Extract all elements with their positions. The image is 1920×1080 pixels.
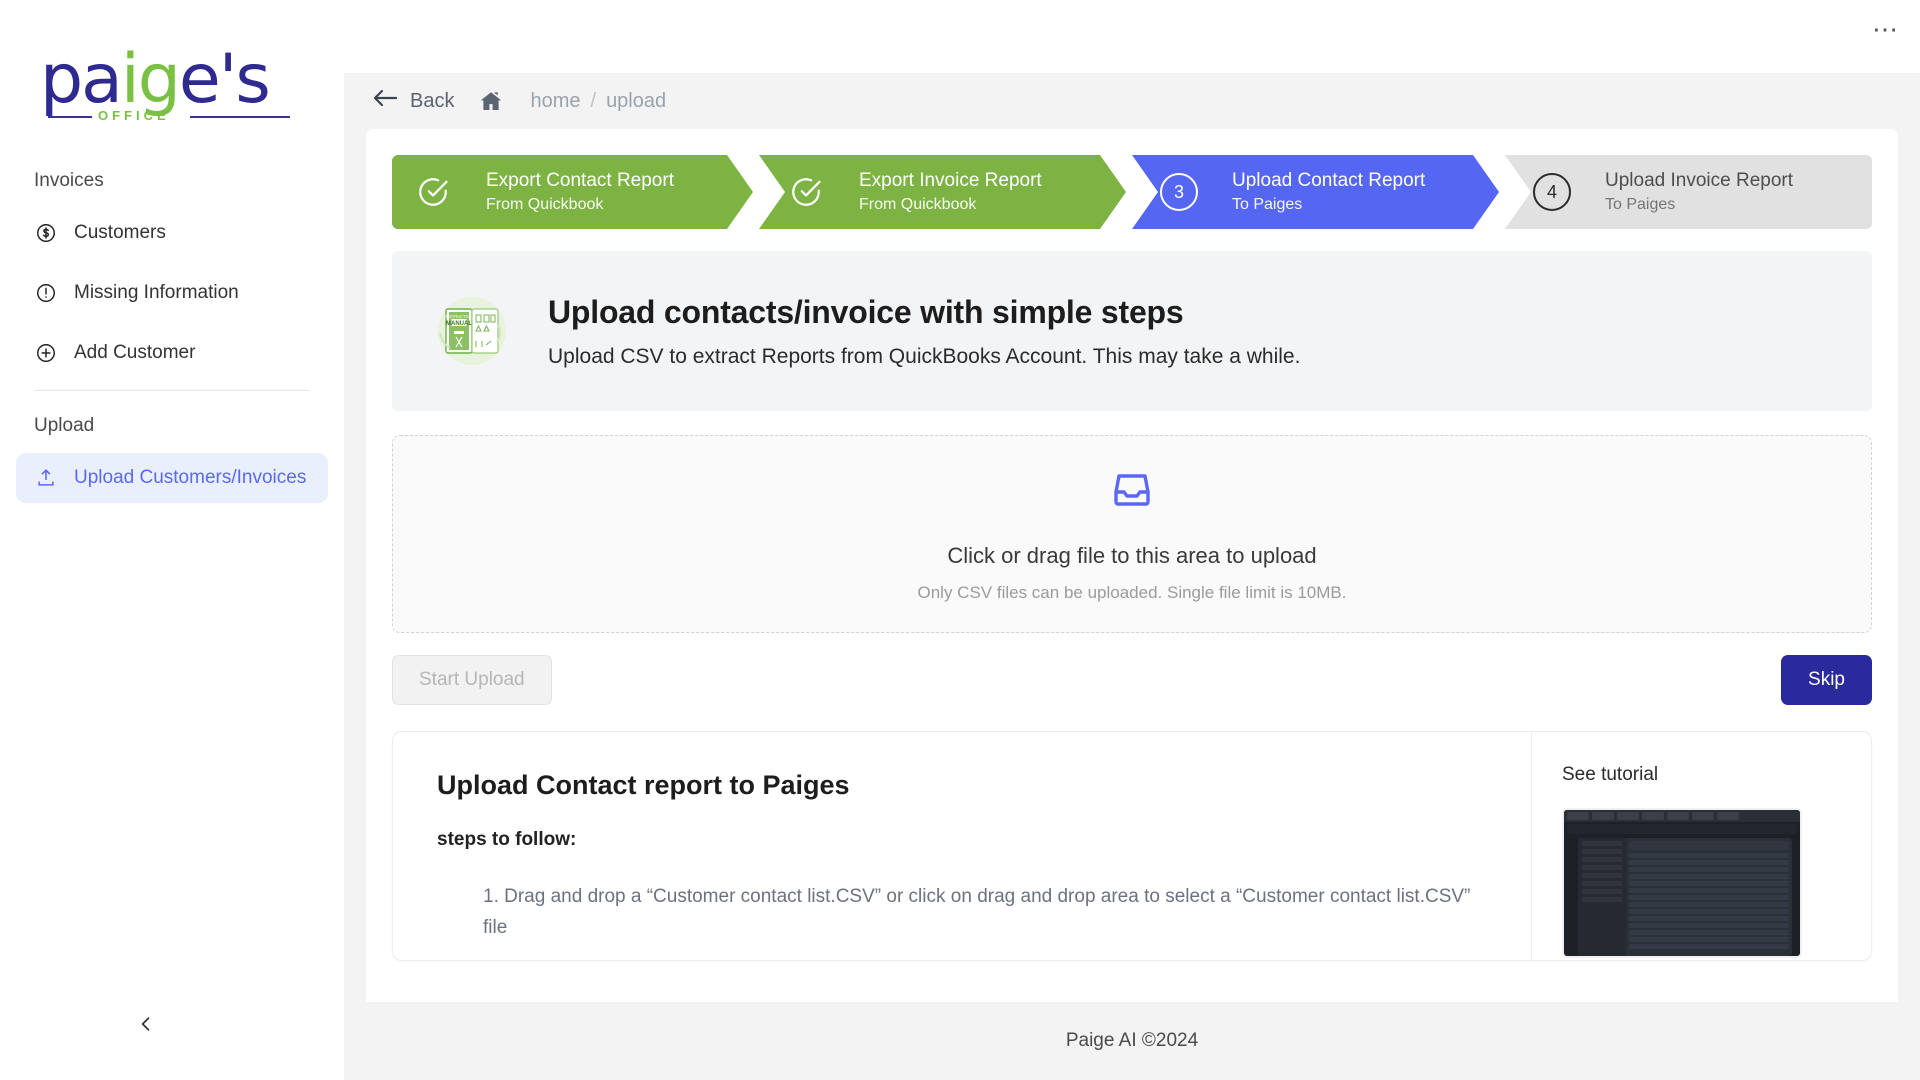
action-bar: Start Upload Skip: [392, 655, 1872, 705]
breadcrumb-home[interactable]: home: [530, 90, 580, 113]
more-horizontal-icon[interactable]: ⋯: [1872, 24, 1900, 34]
check-circle-icon: [787, 173, 825, 211]
instruction-manual-icon: INSTRUCTION MANUAL: [426, 285, 518, 377]
back-button[interactable]: Back: [372, 87, 454, 115]
content-shell: Back home / upload: [344, 73, 1920, 1080]
arrow-left-icon: [372, 87, 398, 115]
dollar-circle-icon: [34, 221, 58, 245]
sidebar-item-label: Add Customer: [74, 342, 195, 364]
tutorial-card: Upload Contact report to Paiges steps to…: [392, 731, 1872, 961]
logo-wordmark: paige's: [40, 42, 302, 118]
tutorial-title: Upload Contact report to Paiges: [437, 770, 1487, 801]
inbox-tray-icon: [1108, 466, 1156, 519]
thumbnail-url-bar: [1567, 824, 1797, 834]
breadcrumb-upload[interactable]: upload: [606, 90, 666, 113]
sidebar-nav: Invoices Customers Missing Information: [0, 160, 344, 513]
svg-text:INSTRUCTION: INSTRUCTION: [445, 314, 474, 319]
sidebar-item-label: Missing Information: [74, 282, 239, 304]
step-title: Export Invoice Report: [859, 168, 1042, 194]
breadcrumb-separator: /: [591, 90, 597, 113]
sidebar-group-label-invoices: Invoices: [16, 160, 328, 208]
sidebar-item-add-customer[interactable]: Add Customer: [16, 328, 328, 378]
home-icon[interactable]: [478, 89, 504, 113]
exclamation-circle-icon: [34, 281, 58, 305]
step-subtitle: From Quickbook: [859, 194, 1042, 216]
banner-title: Upload contacts/invoice with simple step…: [548, 294, 1300, 331]
tutorial-video-thumbnail[interactable]: [1562, 808, 1802, 958]
sidebar-item-missing-information[interactable]: Missing Information: [16, 268, 328, 318]
footer-text: Paige AI ©2024: [1066, 1030, 1198, 1052]
banner-subtitle: Upload CSV to extract Reports from Quick…: [548, 345, 1300, 369]
brand-logo[interactable]: paige's OFFICE: [0, 0, 344, 160]
tutorial-step-item: 1. Drag and drop a “Customer contact lis…: [483, 881, 1487, 943]
step-title: Upload Invoice Report: [1605, 168, 1793, 194]
step-2-export-invoice-report[interactable]: Export Invoice Report From Quickbook: [759, 155, 1126, 229]
main-area: ⋯ Back home / upload: [344, 0, 1920, 1080]
step-number-badge: 4: [1533, 173, 1571, 211]
thumbnail-dialog-sidebar: [1578, 838, 1626, 956]
thumbnail-file-list: [1626, 838, 1792, 956]
sidebar-item-label: Upload Customers/Invoices: [74, 467, 306, 489]
step-number-badge: 3: [1160, 173, 1198, 211]
page-card: Export Contact Report From Quickbook Exp…: [366, 129, 1898, 1002]
plus-circle-icon: [34, 341, 58, 365]
start-upload-button[interactable]: Start Upload: [392, 655, 552, 705]
sidebar-item-label: Customers: [74, 222, 166, 244]
chevron-left-icon: [136, 1014, 156, 1039]
progress-stepper: Export Contact Report From Quickbook Exp…: [392, 155, 1872, 229]
topbar: Back home / upload: [344, 73, 1920, 129]
sidebar-collapse-button[interactable]: [128, 1008, 164, 1044]
breadcrumb: home / upload: [530, 90, 666, 113]
sidebar-group-label-upload: Upload: [16, 405, 328, 453]
check-circle-icon: [414, 173, 452, 211]
logo-subtitle: OFFICE: [98, 108, 170, 123]
file-dropzone[interactable]: Click or drag file to this area to uploa…: [392, 435, 1872, 633]
step-subtitle: To Paiges: [1232, 194, 1425, 216]
thumbnail-browser-tabs: [1564, 810, 1800, 822]
tutorial-video-panel: See tutorial: [1531, 732, 1871, 960]
sidebar-item-upload-customers-invoices[interactable]: Upload Customers/Invoices: [16, 453, 328, 503]
info-banner: INSTRUCTION MANUAL: [392, 251, 1872, 411]
logo-rule-left: [48, 116, 92, 118]
sidebar: paige's OFFICE Invoices Customers: [0, 0, 344, 1080]
step-title: Upload Contact Report: [1232, 168, 1425, 194]
tutorial-steps-list: 1. Drag and drop a “Customer contact lis…: [437, 881, 1487, 943]
dropzone-main-text: Click or drag file to this area to uploa…: [947, 543, 1316, 569]
dropzone-sub-text: Only CSV files can be uploaded. Single f…: [918, 583, 1347, 603]
step-4-upload-invoice-report[interactable]: 4 Upload Invoice Report To Paiges: [1505, 155, 1872, 229]
skip-button[interactable]: Skip: [1781, 655, 1872, 705]
step-1-export-contact-report[interactable]: Export Contact Report From Quickbook: [392, 155, 753, 229]
sidebar-divider: [34, 390, 310, 391]
footer: Paige AI ©2024: [344, 1002, 1920, 1080]
sidebar-item-customers[interactable]: Customers: [16, 208, 328, 258]
see-tutorial-label: See tutorial: [1562, 764, 1841, 786]
logo-rule-right: [190, 116, 290, 118]
tutorial-instructions: Upload Contact report to Paiges steps to…: [393, 732, 1531, 960]
step-3-upload-contact-report[interactable]: 3 Upload Contact Report To Paiges: [1132, 155, 1499, 229]
upload-icon: [34, 466, 58, 490]
step-subtitle: From Quickbook: [486, 194, 674, 216]
svg-text:MANUAL: MANUAL: [446, 321, 472, 327]
thumbnail-file-dialog: [1578, 838, 1792, 956]
step-title: Export Contact Report: [486, 168, 674, 194]
app-root: paige's OFFICE Invoices Customers: [0, 0, 1920, 1080]
back-label: Back: [410, 90, 454, 113]
step-subtitle: To Paiges: [1605, 194, 1793, 216]
tutorial-steps-label: steps to follow:: [437, 829, 1487, 851]
